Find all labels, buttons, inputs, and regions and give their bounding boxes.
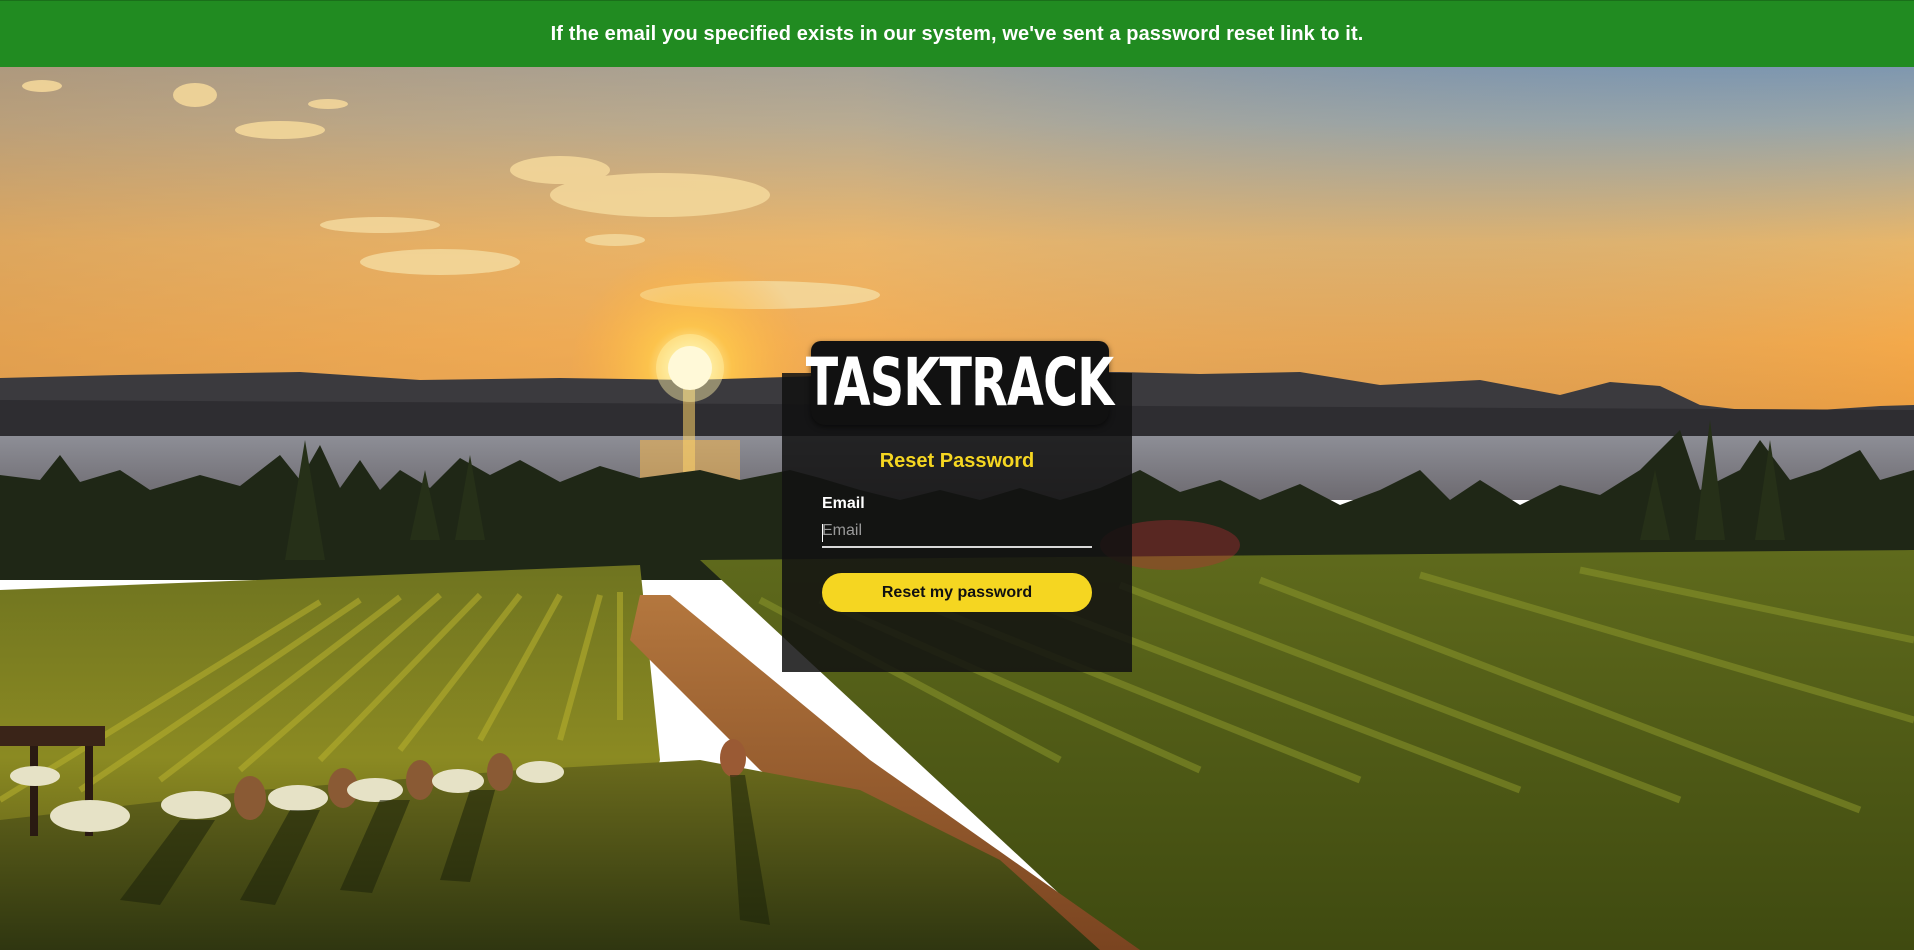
reset-password-page: If the email you specified exists in our… (0, 0, 1914, 950)
email-input[interactable] (822, 518, 1092, 548)
text-caret (822, 524, 823, 542)
form-title: Reset Password (879, 450, 1035, 472)
tasktrack-logo: TASKTRACK (806, 341, 1114, 425)
success-banner: If the email you specified exists in our… (0, 0, 1914, 67)
logo-text: TASKTRACK (806, 344, 1114, 421)
email-label: Email (822, 495, 865, 512)
banner-message: If the email you specified exists in our… (550, 22, 1364, 45)
reset-password-button[interactable]: Reset my password (822, 573, 1092, 612)
